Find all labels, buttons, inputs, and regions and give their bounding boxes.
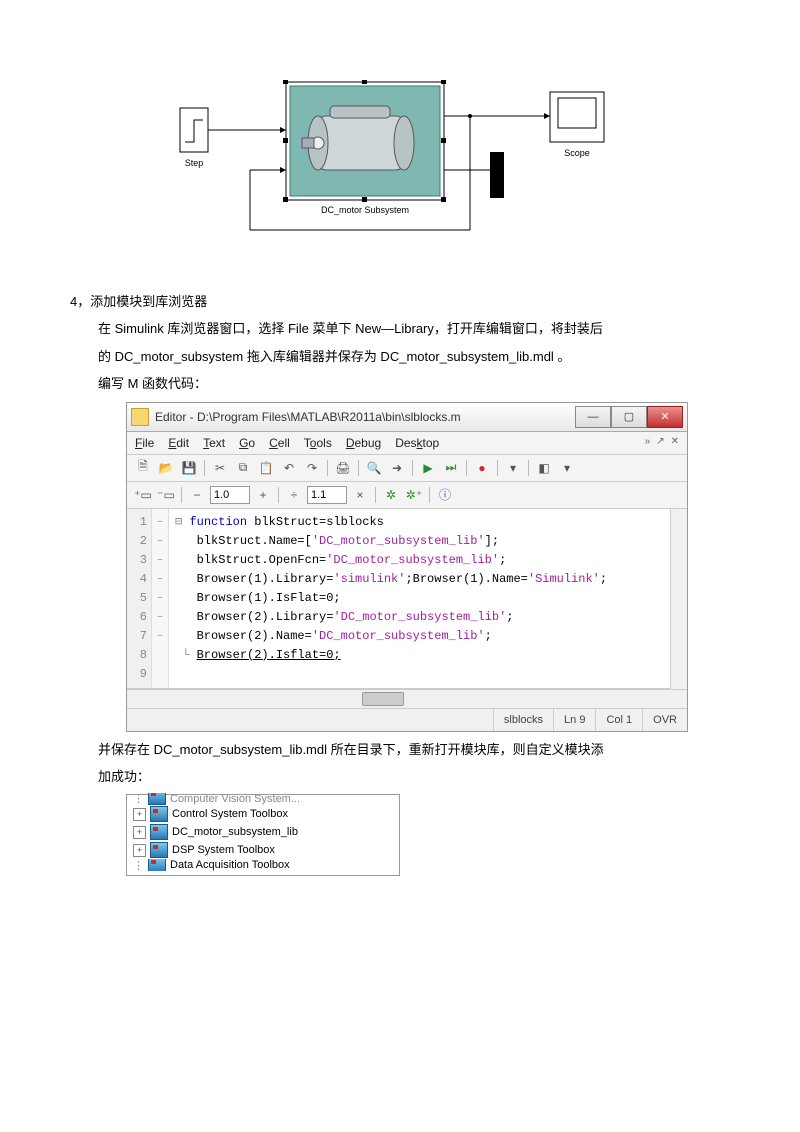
menu-file[interactable]: File (135, 436, 154, 450)
editor-toolbar-2: ⁺▭ ⁻▭ − 1.0 + ÷ 1.1 × ✲ ✲⁺ ⓘ (127, 482, 687, 509)
maximize-button[interactable]: ▢ (611, 406, 647, 428)
layout-icon[interactable]: ◧ (534, 458, 554, 478)
section4-line3: 编写 M 函数代码： (70, 372, 730, 395)
close-button[interactable]: ✕ (647, 406, 683, 428)
line-number-gutter: 123456789 (127, 509, 152, 688)
info-icon[interactable]: ⓘ (435, 485, 455, 505)
toolbox-icon (150, 806, 168, 822)
status-col: Col 1 (595, 709, 642, 731)
paste-icon[interactable]: 📋 (256, 458, 276, 478)
section4-heading: 4，添加模块到库浏览器 (70, 290, 730, 313)
step-label: Step (185, 158, 204, 168)
matlab-editor-window: Editor - D:\Program Files\MATLAB\R2011a\… (126, 402, 688, 732)
menu-debug[interactable]: Debug (346, 436, 381, 450)
new-file-icon[interactable]: 🗎 (133, 458, 153, 478)
library-browser-tree: ⋮ Computer Vision System... + Control Sy… (126, 794, 400, 876)
cell-remove-icon[interactable]: ⁻▭ (156, 485, 176, 505)
status-ovr: OVR (642, 709, 687, 731)
editor-app-icon (131, 408, 149, 426)
tree-expand-icon[interactable]: + (133, 826, 146, 839)
editor-statusbar: slblocks Ln 9 Col 1 OVR (127, 708, 687, 731)
breakpoint-icon[interactable]: ● (472, 458, 492, 478)
status-filename: slblocks (493, 709, 553, 731)
code-area[interactable]: 123456789 ––––––– ⊟ function blkStruct=s… (127, 509, 670, 689)
find-icon[interactable]: 🔍 (364, 458, 384, 478)
undo-icon[interactable]: ↶ (279, 458, 299, 478)
toolbox-icon (150, 842, 168, 858)
minus-button[interactable]: − (187, 485, 207, 505)
editor-menubar: File Edit Text Go Cell Tools Debug Deskt… (127, 432, 687, 455)
status-line: Ln 9 (553, 709, 595, 731)
horizontal-scrollbar[interactable] (127, 689, 687, 708)
menu-desktop[interactable]: Desktop (395, 436, 439, 450)
divide-button[interactable]: ÷ (284, 485, 304, 505)
redo-icon[interactable]: ↷ (302, 458, 322, 478)
menu-cell[interactable]: Cell (269, 436, 290, 450)
eval-cell-icon[interactable]: ✲ (381, 485, 401, 505)
simulink-block-diagram: Step DC_motor Subsystem Scope (70, 80, 730, 250)
menu-go[interactable]: Go (239, 436, 255, 450)
tree-expand-icon[interactable]: + (133, 844, 146, 857)
goto-icon[interactable]: ➜ (387, 458, 407, 478)
plus-button[interactable]: + (253, 485, 273, 505)
section4-line2: 的 DC_motor_subsystem 拖入库编辑器并保存为 DC_motor… (70, 345, 730, 368)
tree-item[interactable]: ⋮ Computer Vision System... (133, 793, 393, 805)
print-icon[interactable]: 🖨 (333, 458, 353, 478)
eval-advance-icon[interactable]: ✲⁺ (404, 485, 424, 505)
menu-tools[interactable]: Tools (304, 436, 332, 450)
vertical-scrollbar[interactable] (670, 509, 687, 689)
editor-title: Editor - D:\Program Files\MATLAB\R2011a\… (155, 410, 575, 424)
diagram-svg: Step DC_motor Subsystem Scope (160, 80, 640, 250)
minimize-button[interactable]: — (575, 406, 611, 428)
section4-after2: 加成功： (70, 765, 730, 788)
fold-gutter: ––––––– (152, 509, 169, 688)
tree-item[interactable]: + Control System Toolbox (133, 805, 393, 823)
menu-text[interactable]: Text (203, 436, 225, 450)
tree-item[interactable]: ⋮ Data Acquisition Toolbox (133, 859, 393, 871)
tree-item[interactable]: + DC_motor_subsystem_lib (133, 823, 393, 841)
stack-icon[interactable]: ▾ (503, 458, 523, 478)
toolbox-icon (148, 859, 166, 871)
editor-titlebar[interactable]: Editor - D:\Program Files\MATLAB\R2011a\… (127, 403, 687, 432)
cell-insert-icon[interactable]: ⁺▭ (133, 485, 153, 505)
zoom2-box[interactable]: 1.1 (307, 486, 347, 504)
open-file-icon[interactable]: 📂 (156, 458, 176, 478)
section4-after1: 并保存在 DC_motor_subsystem_lib.mdl 所在目录下，重新… (70, 738, 730, 761)
subsystem-label: DC_motor Subsystem (321, 205, 409, 215)
save-icon[interactable]: 💾 (179, 458, 199, 478)
tree-expand-icon[interactable]: + (133, 808, 146, 821)
editor-toolbar-1: 🗎 📂 💾 ✂ ⧉ 📋 ↶ ↷ 🖨 🔍 ➜ ▶ ⏭ ● ▾ ◧ ▾ (127, 455, 687, 482)
cut-icon[interactable]: ✂ (210, 458, 230, 478)
menu-edit[interactable]: Edit (168, 436, 189, 450)
scope-label: Scope (564, 148, 590, 158)
toolbox-icon (148, 793, 166, 805)
toolbox-icon (150, 824, 168, 840)
multiply-button[interactable]: × (350, 485, 370, 505)
run-icon[interactable]: ▶ (418, 458, 438, 478)
zoom1-box[interactable]: 1.0 (210, 486, 250, 504)
tree-item[interactable]: + DSP System Toolbox (133, 841, 393, 859)
dropdown-icon[interactable]: ▾ (557, 458, 577, 478)
section4-line1: 在 Simulink 库浏览器窗口，选择 File 菜单下 New—Librar… (70, 317, 730, 340)
copy-icon[interactable]: ⧉ (233, 458, 253, 478)
code-text[interactable]: ⊟ function blkStruct=slblocks blkStruct.… (169, 509, 670, 688)
run-advance-icon[interactable]: ⏭ (441, 458, 461, 478)
